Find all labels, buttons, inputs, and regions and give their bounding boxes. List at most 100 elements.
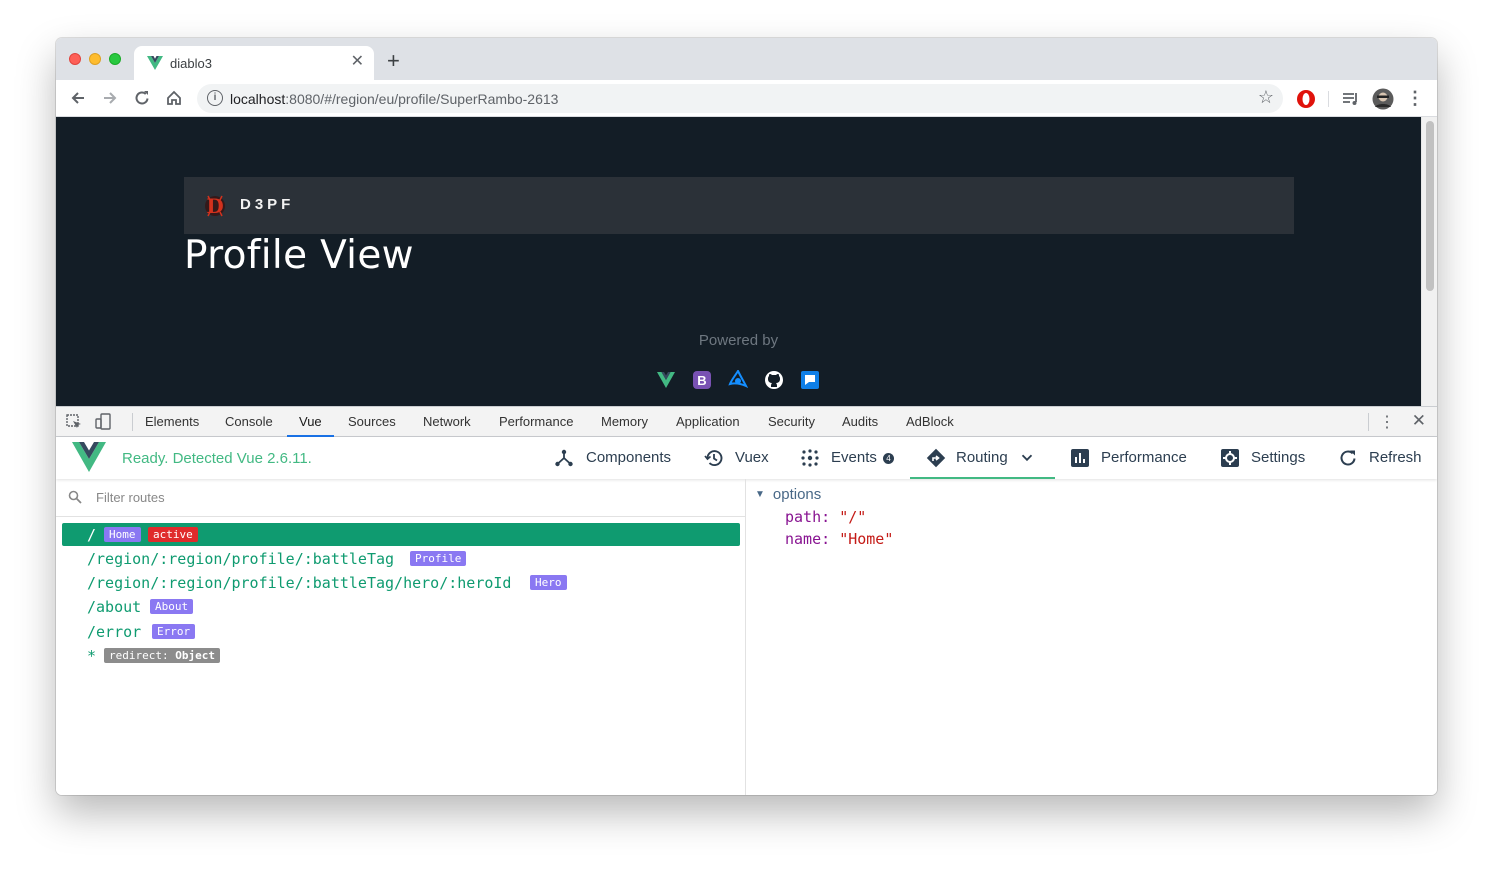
- profile-avatar-icon[interactable]: [1372, 88, 1394, 110]
- route-row-profile[interactable]: /region/:region/profile/:battleTag Profi…: [62, 547, 740, 570]
- bar-chart-icon: [1071, 449, 1089, 467]
- device-toolbar-icon[interactable]: [95, 413, 113, 431]
- route-row-home[interactable]: / Home active: [62, 523, 740, 546]
- scrollbar-thumb[interactable]: [1426, 121, 1434, 291]
- maximize-window-button[interactable]: [109, 53, 121, 65]
- filter-routes-input[interactable]: [96, 490, 696, 505]
- forward-arrow-icon[interactable]: [98, 86, 122, 110]
- tab-close-icon[interactable]: ✕: [351, 53, 364, 71]
- devtools-tab-application[interactable]: Application: [676, 407, 740, 437]
- settings-button[interactable]: Settings: [1220, 447, 1310, 469]
- devtools-separator: [132, 413, 133, 431]
- site-brand[interactable]: D3PF: [240, 196, 294, 213]
- route-path: /: [87, 526, 97, 544]
- route-path: *: [87, 647, 97, 665]
- address-bar[interactable]: i localhost:8080/#/region/eu/profile/Sup…: [197, 84, 1283, 113]
- browser-tab[interactable]: diablo3 ✕: [134, 46, 374, 80]
- options-toggle[interactable]: ▼ options: [755, 486, 821, 503]
- devtools-tab-vue[interactable]: Vue: [287, 407, 334, 437]
- devtools-right-separator: [1368, 413, 1369, 431]
- devtools-close-icon[interactable]: ✕: [1412, 411, 1426, 431]
- page-scrollbar[interactable]: [1421, 117, 1437, 406]
- vue-favicon-icon: [147, 56, 163, 70]
- route-active-tag: active: [148, 527, 198, 542]
- routing-icon: [926, 448, 946, 468]
- settings-gear-icon: [1221, 449, 1239, 467]
- devtools-tab-security[interactable]: Security: [768, 407, 815, 437]
- vue-status-text: Ready. Detected Vue 2.6.11.: [122, 450, 312, 467]
- devtools-tab-adblock[interactable]: AdBlock: [906, 407, 954, 437]
- refresh-button[interactable]: Refresh: [1338, 447, 1428, 469]
- close-window-button[interactable]: [69, 53, 81, 65]
- route-redirect-tag: redirect: Object: [104, 648, 220, 663]
- tab-title: diablo3: [170, 56, 212, 71]
- battlenet-icon[interactable]: [728, 370, 748, 390]
- svg-text:B: B: [697, 373, 706, 388]
- powered-by-label: Powered by: [698, 332, 779, 349]
- devtools-tab-network[interactable]: Network: [423, 407, 471, 437]
- address-url[interactable]: localhost:8080/#/region/eu/profile/Super…: [230, 91, 558, 107]
- github-icon[interactable]: [764, 370, 784, 390]
- route-row-error[interactable]: /error Error: [62, 620, 740, 643]
- components-button[interactable]: Components: [554, 447, 676, 469]
- routes-pane: / Home active /region/:region/profile/:b…: [56, 479, 746, 795]
- route-row-hero[interactable]: /region/:region/profile/:battleTag/hero/…: [62, 571, 740, 594]
- browser-menu-icon[interactable]: ⋮: [1403, 86, 1427, 110]
- home-icon[interactable]: [162, 86, 186, 110]
- route-details-pane: ▼ options path: "/" name: "Home": [747, 479, 1437, 795]
- devtools-tab-sources[interactable]: Sources: [348, 407, 396, 437]
- devtools-tab-audits[interactable]: Audits: [842, 407, 878, 437]
- filter-bar: [56, 479, 745, 517]
- route-path: /about: [87, 598, 142, 616]
- events-button[interactable]: Events 4: [800, 447, 900, 469]
- reload-icon[interactable]: [130, 86, 154, 110]
- bootstrap-icon[interactable]: B: [692, 370, 712, 390]
- chevron-down-icon[interactable]: [1018, 449, 1036, 467]
- routing-button[interactable]: Routing: [910, 447, 1055, 479]
- inspect-element-icon[interactable]: [65, 413, 83, 431]
- devtools-panel: Elements Console Vue Sources Network Per…: [56, 406, 1437, 795]
- new-tab-button[interactable]: +: [387, 50, 400, 72]
- performance-button[interactable]: Performance: [1070, 447, 1195, 469]
- toolbar-separator: [1328, 91, 1329, 107]
- vue-logo-icon[interactable]: [656, 370, 676, 390]
- media-queue-icon[interactable]: [1341, 89, 1361, 109]
- diablo-logo-icon[interactable]: D: [202, 192, 228, 220]
- page-title: Profile View: [184, 233, 414, 278]
- route-path: /region/:region/profile/:battleTag/hero/…: [87, 574, 512, 592]
- option-name: name: "Home": [785, 530, 894, 548]
- route-name-tag: Profile: [410, 551, 467, 566]
- site-info-icon[interactable]: i: [207, 90, 223, 106]
- back-arrow-icon[interactable]: [66, 86, 90, 110]
- history-icon: [704, 450, 723, 466]
- events-count-badge: 4: [883, 453, 894, 464]
- vue-logo-icon: [72, 442, 106, 472]
- tab-strip: diablo3 ✕ +: [56, 38, 1437, 80]
- devtools-tab-console[interactable]: Console: [225, 407, 273, 437]
- option-path: path: "/": [785, 508, 867, 526]
- vuex-button[interactable]: Vuex: [704, 447, 774, 469]
- route-row-about[interactable]: /about About: [62, 595, 740, 618]
- components-icon: [555, 449, 573, 467]
- minimize-window-button[interactable]: [89, 53, 101, 65]
- devtools-tabbar: Elements Console Vue Sources Network Per…: [56, 407, 1437, 437]
- refresh-icon: [1340, 450, 1356, 466]
- browser-window: diablo3 ✕ + i localhost:8080/#/region/eu…: [56, 38, 1437, 795]
- route-path: /region/:region/profile/:battleTag: [87, 550, 395, 568]
- route-name-tag: Home: [104, 527, 141, 542]
- devtools-tab-elements[interactable]: Elements: [145, 407, 199, 437]
- opera-extension-icon[interactable]: [1296, 89, 1316, 109]
- browser-toolbar: i localhost:8080/#/region/eu/profile/Sup…: [56, 80, 1437, 117]
- devtools-menu-icon[interactable]: ⋮: [1379, 412, 1395, 432]
- site-navbar: D D3PF: [184, 177, 1294, 234]
- route-name-tag: Hero: [530, 575, 567, 590]
- route-row-wildcard[interactable]: * redirect: Object: [62, 644, 740, 667]
- vue-devtools-header: Ready. Detected Vue 2.6.11. Components V…: [56, 437, 1437, 479]
- bitbucket-icon[interactable]: [800, 370, 820, 390]
- bookmark-star-icon[interactable]: ☆: [1258, 87, 1274, 108]
- devtools-tab-performance[interactable]: Performance: [499, 407, 573, 437]
- expand-triangle-icon: ▼: [755, 489, 765, 500]
- route-name-tag: Error: [152, 624, 196, 639]
- route-name-tag: About: [150, 599, 194, 614]
- devtools-tab-memory[interactable]: Memory: [601, 407, 648, 437]
